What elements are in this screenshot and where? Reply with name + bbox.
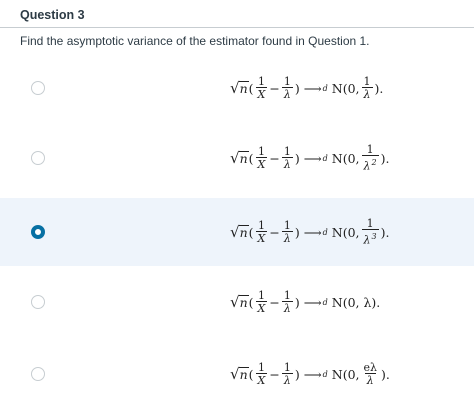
sqrt-n: √ n [230, 223, 249, 241]
fraction-denominator: λ3 [361, 229, 379, 246]
fraction: eλ λ [362, 362, 379, 386]
distribution: N(0, λ). [331, 294, 381, 310]
answer-radio[interactable] [31, 225, 45, 239]
distribution: N(0, [331, 366, 360, 382]
minus-sign: − [269, 294, 280, 310]
answer-radio[interactable] [31, 367, 45, 381]
sqrt-n: √ n [230, 365, 249, 383]
fraction-numerator: 1 [257, 361, 265, 374]
convergence-label: d [322, 369, 328, 379]
fraction: 1λ [281, 361, 293, 387]
radicand: n [238, 225, 249, 240]
fraction: 1λ [281, 219, 293, 245]
fraction: 1λ [281, 75, 293, 101]
question-header: Question 3 [0, 0, 474, 28]
answer-option[interactable]: √ n(1 X −1 λ) ⟶ d N(0, 1 λ). [0, 54, 474, 122]
sqrt-n: √ n [230, 293, 249, 311]
sqrt-n: √ n [230, 149, 249, 167]
answer-option[interactable]: √ n(1 X −1 λ) ⟶ d N(0, 1 λ2). [0, 124, 474, 192]
minus-sign: − [269, 224, 280, 240]
fraction-denominator: X [255, 301, 268, 315]
fraction-denominator: λ [281, 301, 293, 315]
radicand: n [238, 151, 249, 166]
fraction-denominator: λ [281, 231, 293, 245]
radicand: n [238, 367, 249, 382]
fraction-denominator: λ2 [361, 155, 379, 172]
minus-sign: − [269, 366, 280, 382]
fraction-numerator: 1 [283, 145, 291, 158]
answer-radio[interactable] [31, 295, 45, 309]
distribution: N(0, [331, 80, 360, 96]
fraction-denominator: X [255, 231, 268, 245]
convergence-arrow: ⟶ [303, 294, 322, 310]
fraction-denominator: λ [281, 373, 293, 387]
convergence-arrow: ⟶ [303, 150, 322, 166]
fraction-numerator: 1 [257, 75, 265, 88]
fraction: 1X [255, 361, 268, 387]
answer-formula: √ n(1 X −1 λ) ⟶ d N(0, 1 λ2). [230, 143, 390, 173]
fraction-denominator: X [255, 87, 268, 101]
minus-sign: − [269, 80, 280, 96]
sqrt-n: √ n [230, 79, 249, 97]
fraction: 1X [255, 75, 268, 101]
minus-sign: − [269, 150, 280, 166]
answer-formula: √ n(1 X −1 λ) ⟶ d N(0, eλ λ). [230, 361, 390, 387]
radicand: n [238, 81, 249, 96]
fraction-denominator: λ [361, 87, 373, 101]
answer-radio[interactable] [31, 81, 45, 95]
distribution: N(0, [331, 224, 360, 240]
closing: ). [381, 366, 390, 382]
answer-option[interactable]: √ n(1 X −1 λ) ⟶ d N(0, λ). [0, 268, 474, 336]
fraction: 1λ [281, 145, 293, 171]
exponent: 2 [371, 158, 377, 168]
fraction: 1λ [361, 75, 373, 101]
fraction-numerator: 1 [283, 361, 291, 374]
convergence-label: d [322, 153, 328, 163]
fraction-denominator: X [255, 157, 268, 171]
answer-option[interactable]: √ n(1 X −1 λ) ⟶ d N(0, 1 λ3). [0, 198, 474, 266]
fraction-numerator: 1 [283, 219, 291, 232]
fraction-numerator: 1 [366, 217, 374, 231]
convergence-label: d [322, 83, 328, 93]
fraction: 1X [255, 289, 268, 315]
convergence-label: d [322, 227, 328, 237]
fraction-numerator: 1 [283, 289, 291, 302]
fraction-denominator: X [255, 373, 268, 387]
fraction: 1X [255, 145, 268, 171]
exponent: 3 [371, 232, 377, 242]
closing: ). [380, 150, 390, 166]
convergence-label: d [322, 297, 328, 307]
fraction-numerator: 1 [366, 143, 374, 157]
question-prompt: Find the asymptotic variance of the esti… [20, 34, 370, 48]
convergence-arrow: ⟶ [303, 366, 322, 382]
fraction-numerator: 1 [283, 75, 291, 88]
answer-formula: √ n(1 X −1 λ) ⟶ d N(0, 1 λ3). [230, 217, 390, 247]
fraction-numerator: 1 [363, 75, 371, 88]
convergence-arrow: ⟶ [303, 80, 322, 96]
fraction: 1 λ3 [361, 217, 379, 246]
fraction-denominator: λ [364, 373, 376, 387]
fraction-denominator: λ [281, 157, 293, 171]
radicand: n [238, 295, 249, 310]
closing: ). [374, 80, 384, 96]
fraction-numerator: eλ [363, 361, 378, 374]
fraction-denominator: λ [281, 87, 293, 101]
convergence-arrow: ⟶ [303, 224, 322, 240]
answer-option[interactable]: √ n(1 X −1 λ) ⟶ d N(0, eλ λ). [0, 340, 474, 408]
fraction-numerator: 1 [257, 289, 265, 302]
fraction: 1X [255, 219, 268, 245]
answer-formula: √ n(1 X −1 λ) ⟶ d N(0, λ). [230, 289, 381, 315]
fraction: 1λ [281, 289, 293, 315]
closing: ). [380, 224, 390, 240]
distribution: N(0, [331, 150, 360, 166]
fraction-numerator: 1 [257, 219, 265, 232]
fraction: 1 λ2 [361, 143, 379, 172]
fraction-numerator: 1 [257, 145, 265, 158]
answer-radio[interactable] [31, 151, 45, 165]
answer-formula: √ n(1 X −1 λ) ⟶ d N(0, 1 λ). [230, 75, 384, 101]
question-title: Question 3 [20, 8, 85, 22]
